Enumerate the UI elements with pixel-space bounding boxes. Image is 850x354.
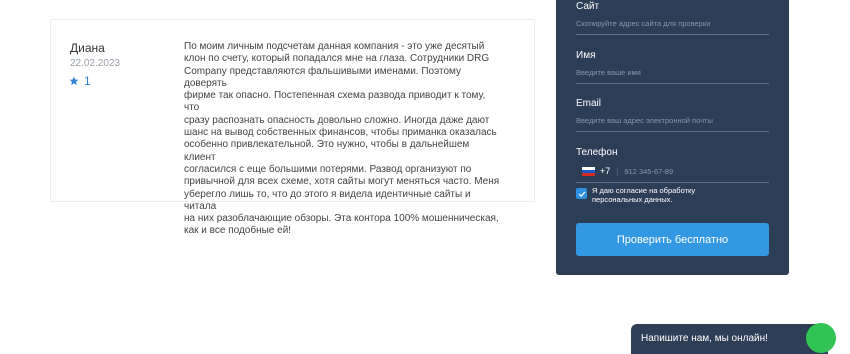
chat-widget[interactable]: Напишите нам, мы онлайн! [631, 324, 828, 354]
phone-separator: | [616, 166, 619, 176]
review-text-line: согласился с еще большими потерями. Разв… [184, 163, 472, 175]
phone-field: Телефон +7 | [576, 147, 769, 183]
star-icon [69, 76, 79, 85]
chat-icon[interactable] [806, 323, 836, 353]
review-text-line: фирме так опасно. Постепенная схема разв… [184, 90, 486, 114]
review-rating: 1 [69, 74, 91, 88]
check-icon [578, 191, 585, 197]
site-input[interactable] [576, 19, 769, 28]
review-date: 22.02.2023 [70, 58, 121, 69]
review-text-line: клон по счету, который попадался мне на … [184, 53, 490, 65]
phone-label: Телефон [576, 147, 618, 158]
consent-checkbox[interactable] [576, 188, 587, 199]
phone-underline [576, 182, 769, 183]
review-text-line: Company представляются фальшивыми именам… [184, 65, 461, 89]
consent-text: Я даю согласие на обработку персональных… [592, 186, 696, 204]
russia-flag-icon[interactable] [582, 166, 595, 176]
review-text-line: шанс на вывод собственных финансов, чтоб… [184, 127, 497, 139]
site-field: Сайт [576, 1, 769, 35]
site-label: Сайт [576, 1, 600, 12]
review-text-line: По моим личным подсчетам данная компания… [184, 41, 485, 52]
rating-value: 1 [84, 74, 91, 88]
check-free-button[interactable]: Проверить бесплатно [576, 223, 769, 256]
review-text-line: сразу распознать опасность довольно слож… [184, 114, 490, 126]
site-underline [576, 34, 769, 35]
name-field: Имя [576, 50, 769, 84]
review-text: По моим личным подсчетам данная компания… [184, 41, 502, 238]
phone-input[interactable] [624, 166, 769, 176]
review-text-line: уберегло лишь то, что до этого я видела … [184, 188, 471, 212]
check-form-panel: Сайт Имя Email Телефон +7 | [556, 0, 789, 275]
review-text-line: на них разоблачающие обзоры. Эта контора… [184, 213, 499, 225]
consent-row: Я даю согласие на обработку персональных… [576, 186, 769, 204]
review-card: Диана 22.02.2023 1 По моим личным подсче… [50, 19, 535, 236]
phone-row: +7 | [576, 164, 769, 178]
email-underline [576, 131, 769, 132]
name-underline [576, 83, 769, 84]
review-text-line: привычной для всех схеме, хотя сайты мог… [184, 176, 500, 188]
name-label: Имя [576, 50, 596, 61]
name-input[interactable] [576, 68, 769, 77]
phone-country-code[interactable]: +7 [600, 166, 610, 176]
email-field: Email [576, 98, 769, 132]
reviewer-name: Диана [70, 41, 105, 55]
email-label: Email [576, 98, 602, 109]
review-text-line: особенно привлекательной. Это нужно, что… [184, 139, 470, 163]
review-text-line: как и все подобные ей! [184, 225, 292, 237]
chat-widget-text: Напишите нам, мы онлайн! [641, 333, 768, 344]
email-input[interactable] [576, 116, 769, 125]
